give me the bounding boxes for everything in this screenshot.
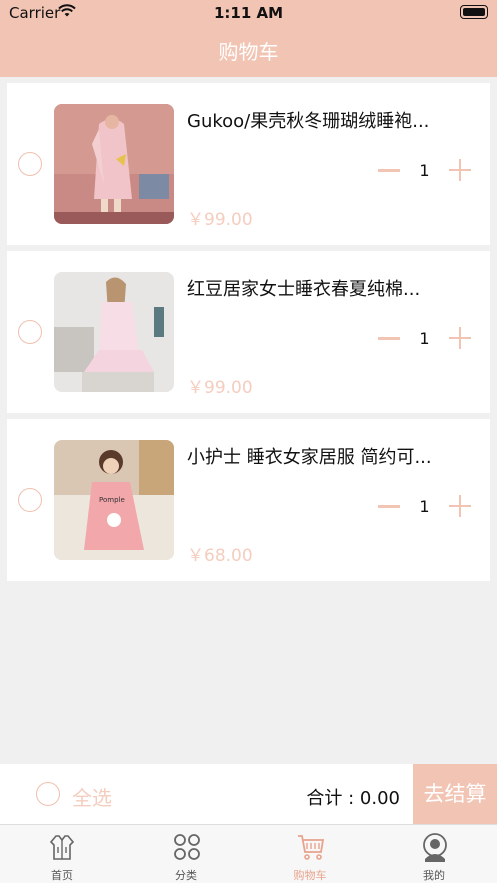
tab-label: 首页 xyxy=(51,869,73,882)
select-item-radio[interactable] xyxy=(18,320,42,344)
home-icon xyxy=(49,835,75,860)
checkout-button[interactable]: 去结算 xyxy=(413,764,497,824)
cart-item: Gukoo/果壳秋冬珊瑚绒睡袍... 1 ￥99.00 xyxy=(7,83,490,245)
page-title: 购物车 xyxy=(218,40,279,64)
quantity-value: 1 xyxy=(419,497,430,516)
select-all-label[interactable]: 全选 xyxy=(72,782,112,811)
cart-item: Pomple 小护士 睡衣女家居服 简约可... 1 ￥68.00 xyxy=(7,419,490,581)
svg-text:Pomple: Pomple xyxy=(99,496,125,504)
clock: 1:11 AM xyxy=(213,4,284,22)
product-price: ￥99.00 xyxy=(187,378,253,398)
increase-quantity-button[interactable] xyxy=(449,495,471,517)
increase-quantity-button[interactable] xyxy=(449,159,471,181)
tab-home[interactable]: 首页 xyxy=(0,825,124,883)
select-item-radio[interactable] xyxy=(18,488,42,512)
header: Carrier 1:11 AM 购物车 xyxy=(0,0,497,77)
cart-icon xyxy=(298,835,325,860)
product-title[interactable]: 红豆居家女士睡衣春夏纯棉... xyxy=(187,275,472,301)
profile-icon xyxy=(423,833,447,862)
decrease-quantity-button[interactable] xyxy=(378,169,400,172)
checkout-bar: 全选 合计 : 0.00 去结算 xyxy=(0,764,497,824)
product-image[interactable]: Pomple xyxy=(54,440,174,560)
product-image[interactable] xyxy=(54,272,174,392)
status-bar: Carrier 1:11 AM xyxy=(0,0,497,26)
product-title[interactable]: Gukoo/果壳秋冬珊瑚绒睡袍... xyxy=(187,107,472,133)
cart-item: 红豆居家女士睡衣春夏纯棉... 1 ￥99.00 xyxy=(7,251,490,413)
battery-icon xyxy=(460,5,488,19)
tab-profile[interactable]: 我的 xyxy=(372,825,496,883)
product-image[interactable] xyxy=(54,104,174,224)
tab-cart[interactable]: 购物车 xyxy=(248,825,372,883)
tab-label: 我的 xyxy=(423,869,445,882)
quantity-value: 1 xyxy=(419,329,430,348)
increase-quantity-button[interactable] xyxy=(449,327,471,349)
category-icon xyxy=(174,834,200,860)
product-price: ￥68.00 xyxy=(187,546,253,566)
select-all-radio[interactable] xyxy=(36,782,60,806)
tab-label: 分类 xyxy=(175,869,197,882)
product-price: ￥99.00 xyxy=(187,210,253,230)
select-item-radio[interactable] xyxy=(18,152,42,176)
tab-label: 购物车 xyxy=(293,869,327,882)
total-amount: 合计 : 0.00 xyxy=(306,788,400,809)
decrease-quantity-button[interactable] xyxy=(378,505,400,508)
tab-category[interactable]: 分类 xyxy=(124,825,248,883)
quantity-value: 1 xyxy=(419,161,430,180)
decrease-quantity-button[interactable] xyxy=(378,337,400,340)
tab-bar: 首页 分类 购物车 我的 xyxy=(0,824,497,883)
product-title[interactable]: 小护士 睡衣女家居服 简约可... xyxy=(187,443,472,469)
